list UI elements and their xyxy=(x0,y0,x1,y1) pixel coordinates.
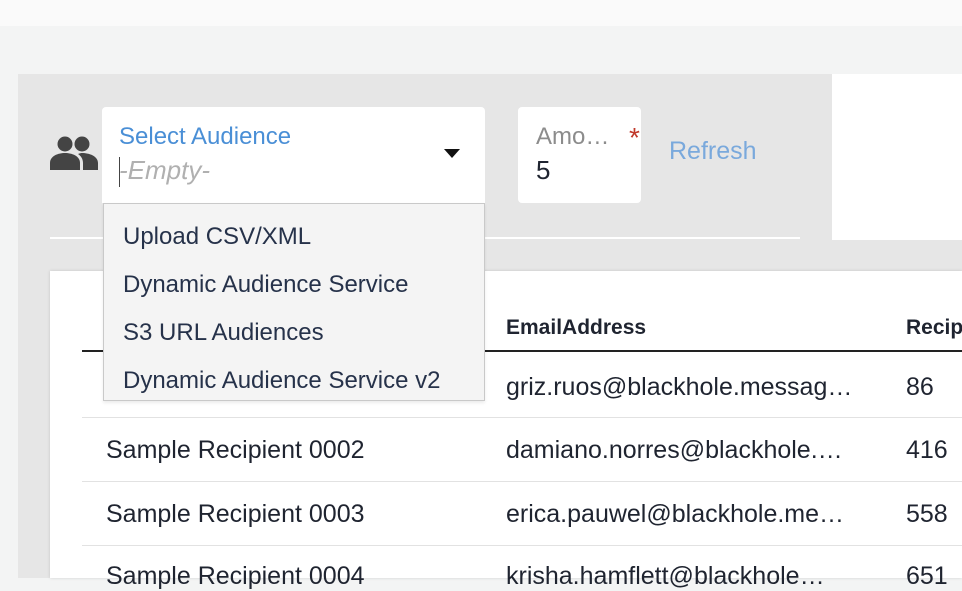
menu-item-dynamic-audience[interactable]: Dynamic Audience Service xyxy=(123,271,408,299)
audience-select-value: -Empty- xyxy=(119,155,210,185)
amount-field[interactable]: Amo… 5 xyxy=(518,107,641,203)
table-cell-name: Sample Recipient 0002 xyxy=(106,436,365,464)
amount-field-label: Amo… xyxy=(536,123,610,150)
table-cell-email: damiano.norres@blackhole.… xyxy=(506,436,843,464)
amount-field-value[interactable]: 5 xyxy=(536,155,550,186)
required-indicator: * xyxy=(629,122,640,153)
menu-item-s3-url[interactable]: S3 URL Audiences xyxy=(123,319,324,347)
column-header-recip[interactable]: Recip xyxy=(906,316,962,340)
table-cell-name: Sample Recipient 0004 xyxy=(106,562,365,590)
chevron-down-icon[interactable] xyxy=(444,149,460,158)
menu-item-dynamic-audience-v2[interactable]: Dynamic Audience Service v2 xyxy=(123,367,440,395)
table-cell-email: krisha.hamflett@blackhole… xyxy=(506,562,825,590)
column-header-email[interactable]: EmailAddress xyxy=(506,316,646,340)
audience-dropdown-menu: Upload CSV/XML Dynamic Audience Service … xyxy=(103,203,485,401)
row-divider xyxy=(82,417,962,418)
table-cell-recip: 416 xyxy=(906,436,948,464)
table-cell-name: Sample Recipient 0003 xyxy=(106,500,365,528)
row-divider xyxy=(82,545,962,546)
table-cell-email: griz.ruos@blackhole.messag… xyxy=(506,373,853,401)
table-cell-recip: 558 xyxy=(906,500,948,528)
row-divider xyxy=(82,481,962,482)
menu-item-upload-csv[interactable]: Upload CSV/XML xyxy=(123,223,311,251)
side-card xyxy=(832,74,962,240)
table-cell-recip: 651 xyxy=(906,562,948,590)
audience-select-label: Select Audience xyxy=(119,123,292,150)
table-cell-recip: 86 xyxy=(906,373,934,401)
people-icon xyxy=(50,136,98,170)
top-bar xyxy=(0,0,962,26)
table-cell-email: erica.pauwel@blackhole.me… xyxy=(506,500,845,528)
refresh-button[interactable]: Refresh xyxy=(669,137,757,166)
audience-select[interactable]: Select Audience -Empty- xyxy=(102,107,485,203)
